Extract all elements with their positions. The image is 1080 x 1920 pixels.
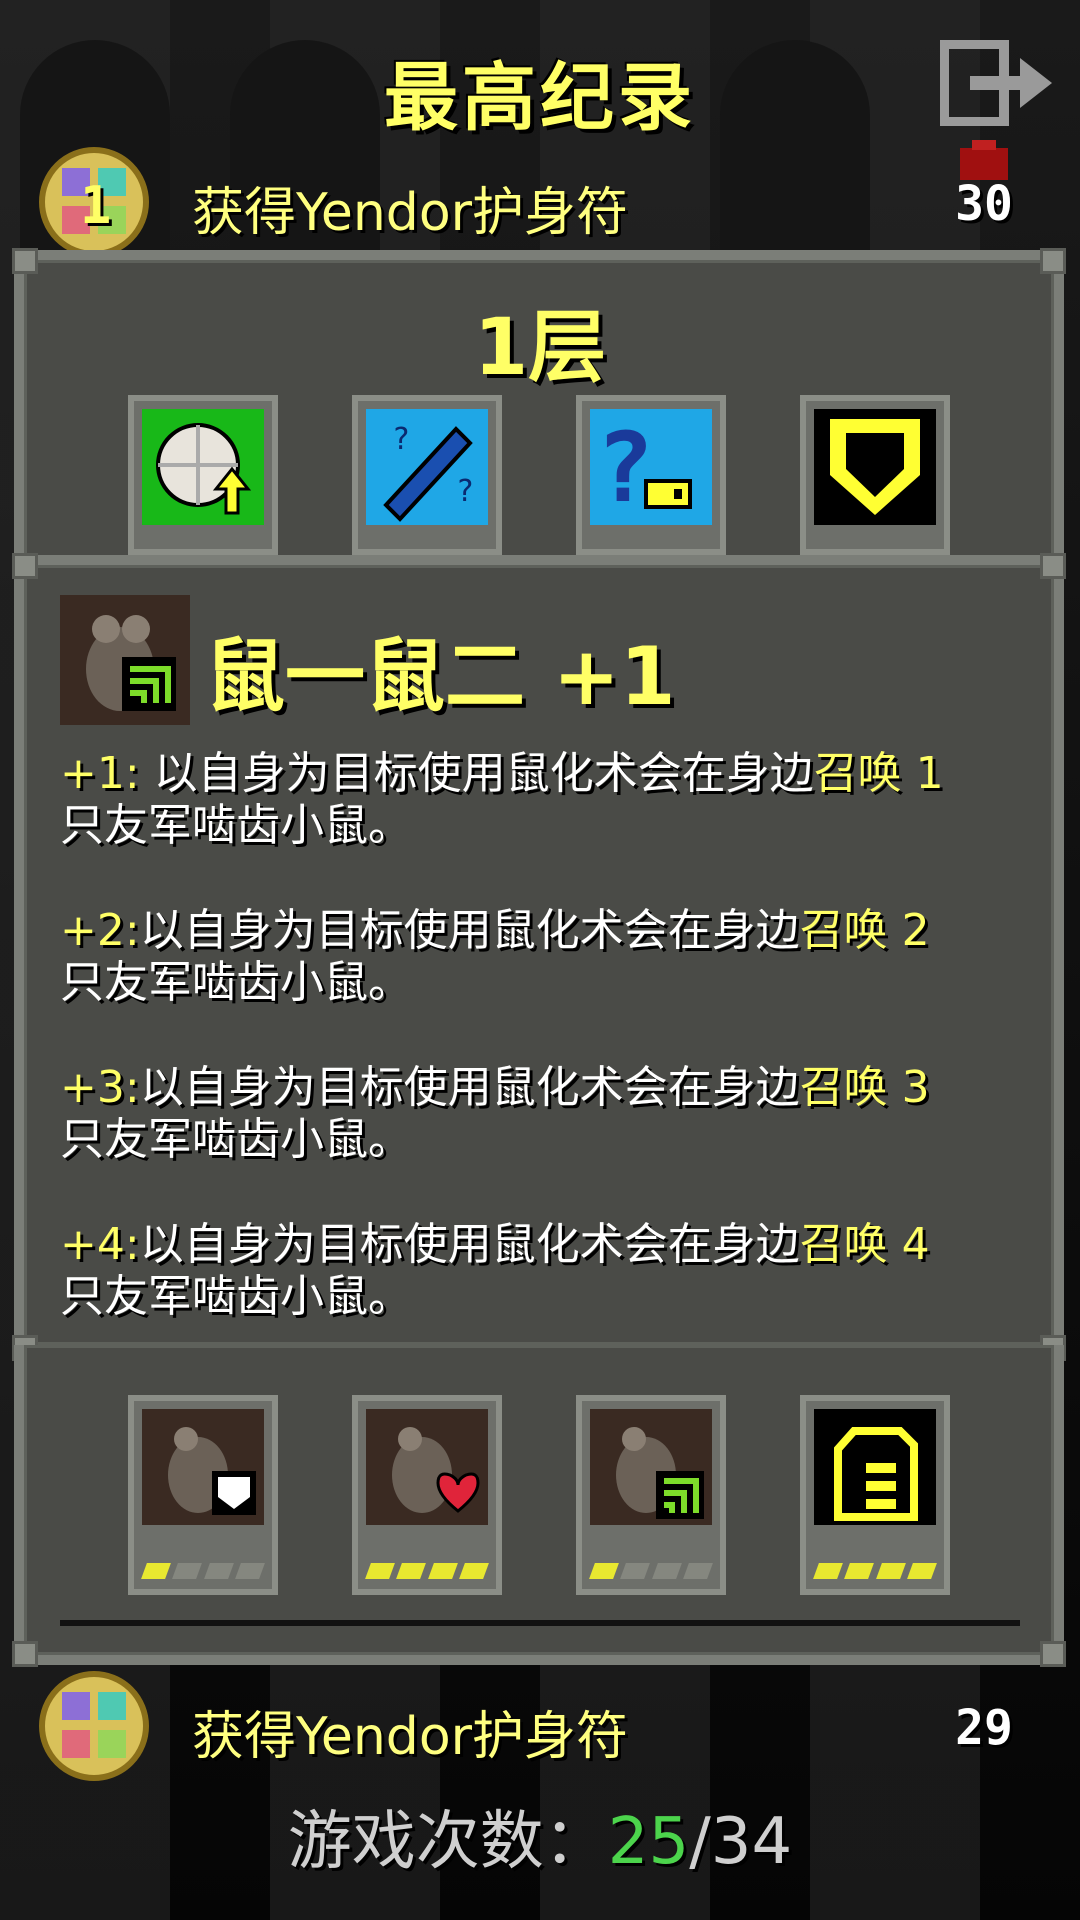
equipment-slot[interactable] (800, 395, 950, 555)
yendor-amulet-icon (39, 1671, 149, 1781)
equipment-slot[interactable]: ? ? (352, 395, 502, 555)
talent-level-pips (140, 1563, 266, 1585)
talent-slot[interactable] (128, 1395, 278, 1595)
equipment-slot[interactable]: ? (576, 395, 726, 555)
talent-title: 鼠一鼠二 +1 (205, 630, 676, 723)
rat-green-talent-icon (590, 1409, 712, 1525)
blue-wand-icon: ? ? (366, 409, 488, 525)
depth-icon (960, 140, 1008, 180)
games-won-count: 25 (607, 1805, 690, 1879)
yellow-scroll-talent-icon (814, 1409, 936, 1525)
rat-talent-icon (60, 595, 190, 725)
talent-slot[interactable] (352, 1395, 502, 1595)
games-total-count: /34 (689, 1805, 793, 1879)
talent-level-pips (812, 1563, 938, 1585)
record-depth: 30 (955, 176, 1013, 232)
rat-heart-talent-icon (366, 1409, 488, 1525)
record-row[interactable]: 1 获得Yendor护身符 30 (0, 140, 1080, 260)
talent-slot[interactable] (800, 1395, 950, 1595)
page-title: 最高纪录 (384, 55, 696, 141)
exit-icon[interactable] (940, 40, 1058, 126)
record-row[interactable]: 获得Yendor护身符 29 (0, 1670, 1080, 1781)
talent-level-4-desc: +4:以自身为目标使用鼠化术会在身边召唤 4 只友军啮齿小鼠。 (60, 1219, 930, 1322)
record-description: 获得Yendor护身符 (192, 1707, 629, 1767)
games-played: 游戏次数：25/34 (0, 1790, 1080, 1882)
talent-level-pips (364, 1563, 490, 1585)
floor-label: 1层 (473, 303, 607, 393)
talent-level-2-desc: +2:以自身为目标使用鼠化术会在身边召唤 2 只友军啮齿小鼠。 (60, 905, 930, 1008)
svg-text:?: ? (392, 422, 410, 457)
yellow-shield-icon (814, 409, 936, 525)
white-ring-icon (142, 409, 264, 525)
talent-level-pips (588, 1563, 714, 1585)
record-depth: 29 (955, 1700, 1013, 1756)
rat-white-talent-icon (142, 1409, 264, 1525)
divider (60, 1620, 1020, 1626)
unknown-key-icon: ? (590, 409, 712, 525)
record-description: 获得Yendor护身符 (192, 183, 629, 243)
talent-level-3-desc: +3:以自身为目标使用鼠化术会在身边召唤 3 只友军啮齿小鼠。 (60, 1062, 930, 1165)
talent-level-1-desc: +1: 以自身为目标使用鼠化术会在身边召唤 1 只友军啮齿小鼠。 (60, 748, 944, 851)
record-rank: 1 (80, 176, 112, 236)
equipment-slot[interactable] (128, 395, 278, 555)
talent-slot[interactable] (576, 1395, 726, 1595)
games-played-label: 游戏次数： (287, 1805, 608, 1879)
svg-text:?: ? (456, 474, 474, 509)
